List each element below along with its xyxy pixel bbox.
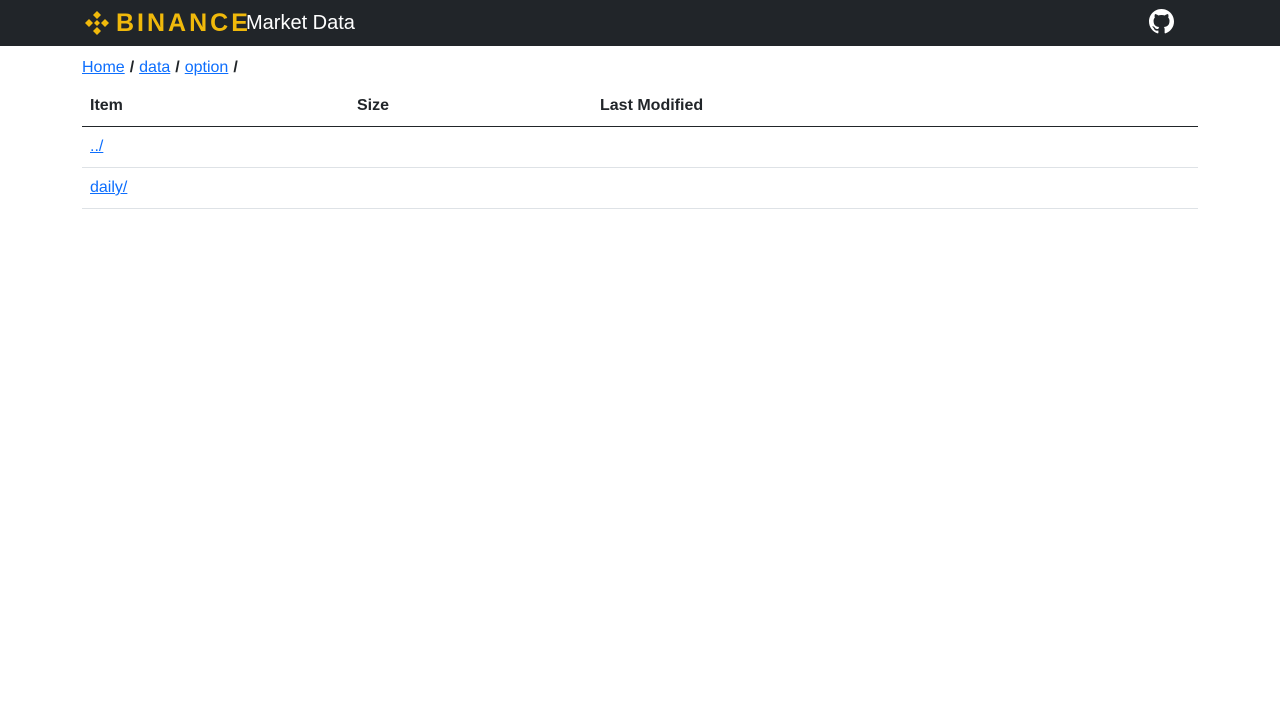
column-header-item: Item [82, 86, 349, 127]
item-cell: ../ [82, 126, 349, 168]
binance-logo-icon [85, 11, 109, 35]
breadcrumb-separator: / [175, 59, 180, 76]
brand-wordmark: BINANCE [116, 9, 251, 37]
file-listing-table: Item Size Last Modified ../ daily/ [82, 86, 1198, 209]
size-cell [349, 167, 592, 209]
site-title: Market Data [246, 12, 355, 34]
modified-cell [592, 126, 1198, 168]
top-navbar: BINANCE Market Data [0, 0, 1280, 46]
daily-directory-link[interactable]: daily/ [90, 179, 127, 196]
table-row: ../ [82, 126, 1198, 168]
column-header-last-modified: Last Modified [592, 86, 1198, 127]
breadcrumb: Home / data / option / [82, 58, 243, 78]
column-header-size: Size [349, 86, 592, 127]
breadcrumb-home-link[interactable]: Home [82, 59, 125, 76]
modified-cell [592, 167, 1198, 209]
brand-logo[interactable]: BINANCE [82, 8, 251, 38]
breadcrumb-separator: / [129, 59, 135, 76]
item-cell: daily/ [82, 167, 349, 209]
size-cell [349, 126, 592, 168]
breadcrumb-separator: / [233, 59, 238, 76]
github-icon[interactable] [1149, 9, 1174, 34]
table-header-row: Item Size Last Modified [82, 86, 1198, 127]
table-row: daily/ [82, 167, 1198, 209]
breadcrumb-data-link[interactable]: data [139, 59, 170, 76]
parent-directory-link[interactable]: ../ [90, 138, 103, 155]
breadcrumb-option-link[interactable]: option [185, 59, 229, 76]
